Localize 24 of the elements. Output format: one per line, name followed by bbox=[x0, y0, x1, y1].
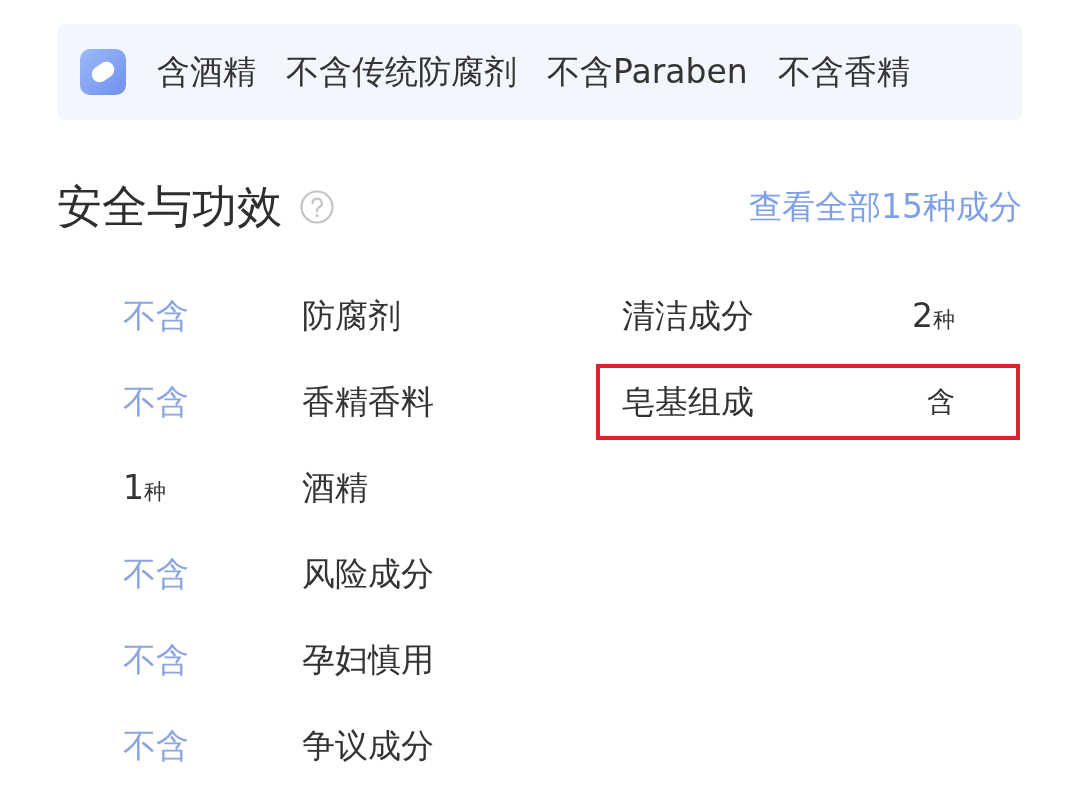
view-all-link[interactable]: 查看全部15种成分 bbox=[749, 187, 1022, 227]
status-value: 2种 bbox=[912, 296, 955, 336]
status-value: 不含 bbox=[123, 382, 189, 422]
ingredient-label: 皂基组成 bbox=[622, 382, 754, 422]
feature-tag: 不含Paraben bbox=[547, 52, 748, 92]
pill-icon bbox=[80, 49, 126, 95]
status-value: 1种 bbox=[123, 468, 166, 508]
status-value: 不含 bbox=[123, 640, 189, 680]
ingredient-label: 香精香料 bbox=[302, 382, 434, 422]
help-icon[interactable] bbox=[300, 190, 334, 224]
status-value: 含 bbox=[927, 385, 955, 419]
status-value: 不含 bbox=[123, 554, 189, 594]
feature-tag: 不含香精 bbox=[777, 52, 910, 92]
ingredient-label: 风险成分 bbox=[302, 554, 434, 594]
ingredient-label: 孕妇慎用 bbox=[302, 640, 434, 680]
feature-tag: 不含传统防腐剂 bbox=[286, 52, 517, 92]
ingredient-label: 酒精 bbox=[302, 468, 368, 508]
ingredient-label: 防腐剂 bbox=[302, 296, 401, 336]
status-value: 不含 bbox=[123, 726, 189, 766]
feature-tag: 含酒精 bbox=[157, 52, 256, 92]
section-title: 安全与功效 bbox=[57, 180, 282, 234]
ingredient-label: 争议成分 bbox=[302, 726, 434, 766]
status-value: 不含 bbox=[123, 296, 189, 336]
ingredient-label: 清洁成分 bbox=[622, 296, 754, 336]
